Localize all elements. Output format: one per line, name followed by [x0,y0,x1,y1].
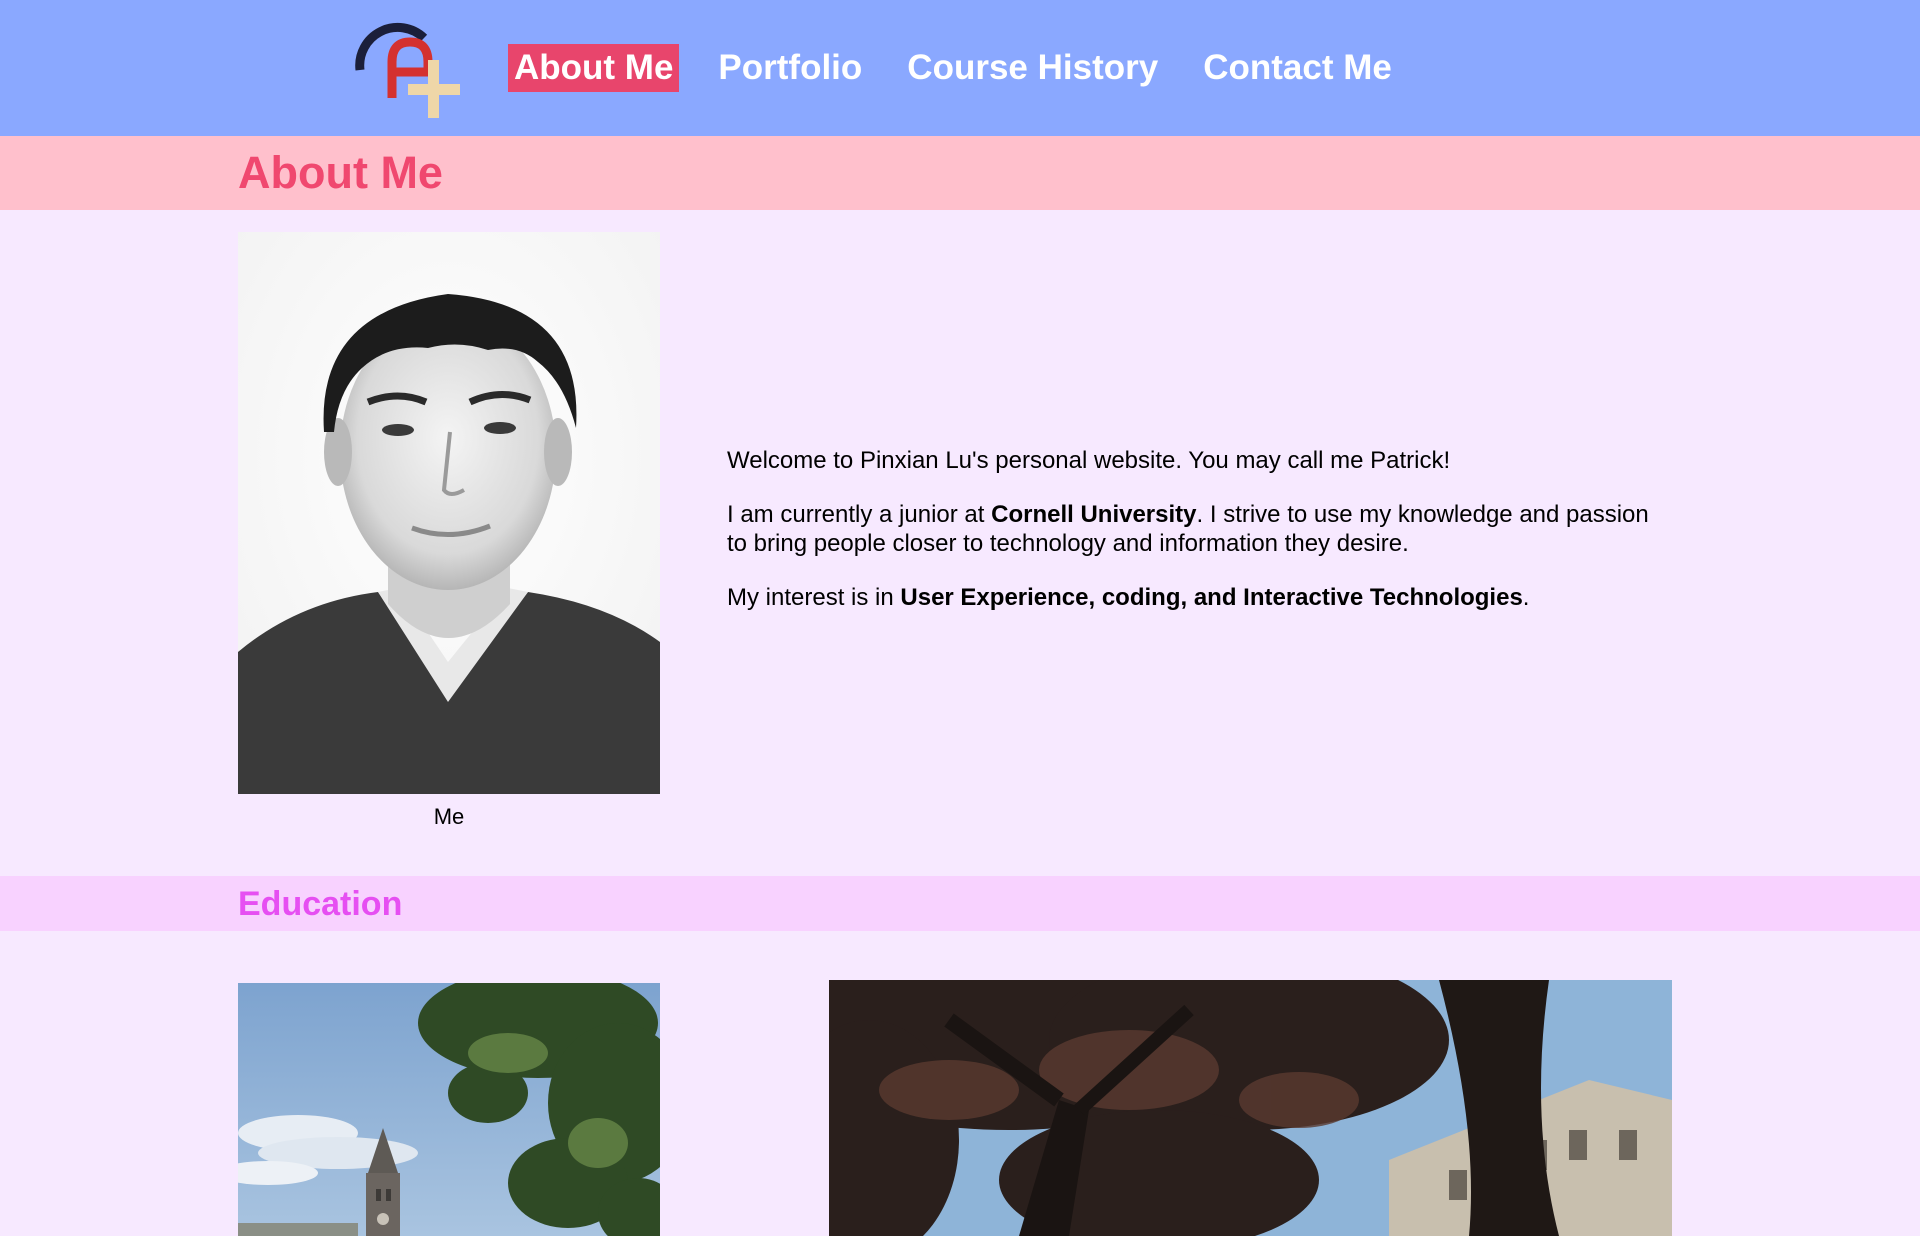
nav-link-portfolio[interactable]: Portfolio [712,44,868,92]
nav-links: About Me Portfolio Course History Contac… [508,44,1431,92]
portrait-caption: Me [433,804,465,829]
portrait-photo [238,232,660,794]
top-nav: About Me Portfolio Course History Contac… [0,0,1920,136]
campus-trees-photo [829,980,1672,1236]
education-section-band: Education [0,876,1920,931]
nav-link-course-history[interactable]: Course History [901,44,1164,92]
intro-text: Welcome to Pinxian Lu's personal website… [727,446,1667,637]
nav-link-contact-me[interactable]: Contact Me [1197,44,1398,92]
nav-link-about-me[interactable]: About Me [508,44,680,92]
about-section-band: About Me [0,136,1920,210]
school-paragraph: I am currently a junior at Cornell Unive… [727,500,1667,558]
education-heading: Education [238,885,403,923]
interest-text-start: My interest is in [727,584,901,611]
school-text-start: I am currently a junior at [727,501,992,528]
about-heading: About Me [238,147,443,198]
interest-text-end: . [1522,584,1530,611]
interest-paragraph: My interest is in User Experience, codin… [727,583,1667,612]
interest-topics: User Experience, coding, and Interactive… [900,584,1523,611]
clock-tower-photo [238,983,660,1236]
welcome-paragraph: Welcome to Pinxian Lu's personal website… [727,447,1451,474]
site-logo[interactable] [352,12,472,120]
school-name: Cornell University [991,501,1197,528]
